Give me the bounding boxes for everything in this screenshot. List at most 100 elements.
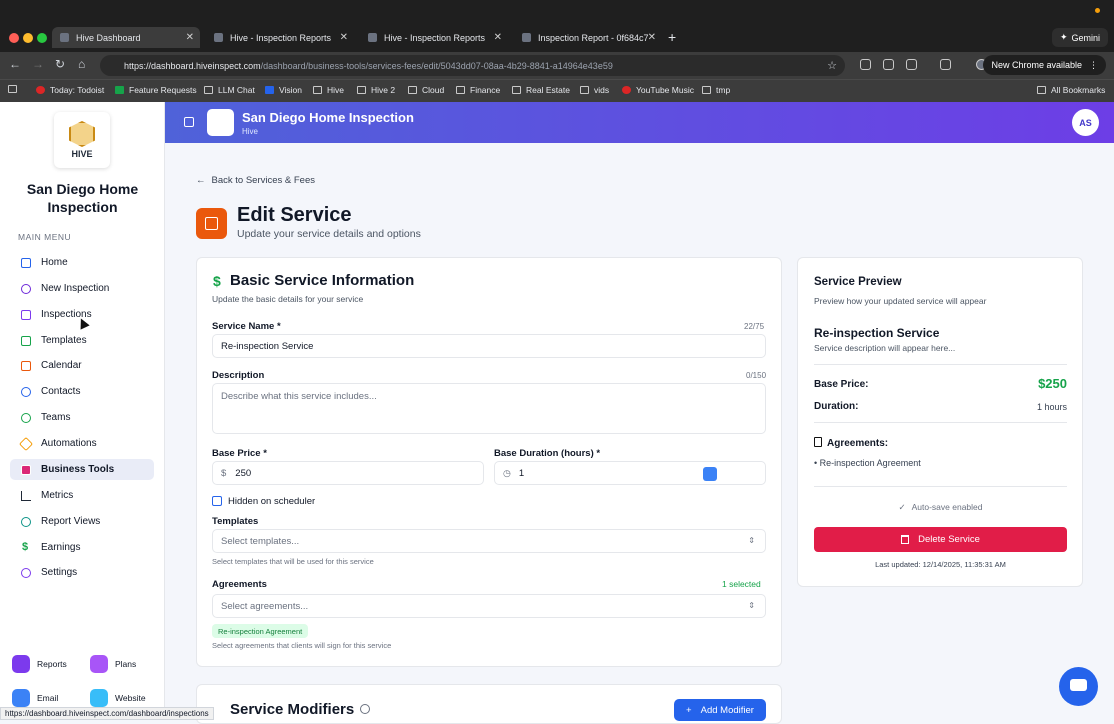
description-count: 0/150	[746, 371, 766, 380]
apps-grid-icon[interactable]	[8, 85, 22, 93]
sidebar-item-report-views[interactable]: Report Views	[10, 511, 154, 532]
delete-service-button[interactable]: Delete Service	[814, 527, 1067, 552]
bookmark-star-icon[interactable]: ☆	[827, 59, 837, 72]
sidebar-panel-icon[interactable]	[940, 59, 951, 70]
agreement-badge[interactable]: Re-inspection Agreement	[212, 624, 308, 638]
company-logo[interactable]: HIVE	[54, 112, 110, 168]
extension-mail-icon[interactable]	[883, 59, 894, 70]
update-chrome-button[interactable]: New Chrome available⋮	[983, 55, 1106, 75]
base-price-label: Base Price *	[212, 448, 267, 459]
browser-tab-0[interactable]: Hive Dashboard ✕	[52, 27, 200, 48]
address-bar[interactable]: https://dashboard.hiveinspect.com/dashbo…	[100, 55, 845, 76]
description-textarea[interactable]: Describe what this service includes...	[212, 383, 766, 434]
quick-link-reports[interactable]: Reports	[12, 655, 67, 673]
gemini-button[interactable]: ✦Gemini	[1052, 28, 1108, 47]
base-price-input[interactable]: $250	[212, 461, 484, 485]
last-updated: Last updated: 12/14/2025, 11:35:31 AM	[814, 560, 1067, 569]
bookmark-cloud[interactable]: Cloud	[408, 85, 444, 95]
browser-tab-1[interactable]: Hive - Inspection Reports✕	[206, 27, 354, 48]
add-modifier-button[interactable]: +Add Modifier	[674, 699, 766, 721]
header-subtitle: Hive	[242, 127, 258, 136]
maximize-window-button[interactable]	[37, 33, 47, 43]
all-bookmarks-label: All Bookmarks	[1051, 85, 1105, 95]
tab-close-icon[interactable]: ✕	[494, 32, 502, 43]
preview-description: Service description will appear here...	[814, 343, 955, 353]
gemini-label: Gemini	[1071, 33, 1100, 43]
sidebar-item-earnings[interactable]: $Earnings	[10, 537, 154, 558]
translate-icon[interactable]	[703, 467, 717, 481]
sidebar-item-label: Report Views	[41, 516, 100, 527]
sidebar-item-settings[interactable]: Settings	[10, 562, 154, 583]
home-icon	[21, 258, 31, 268]
back-arrow-icon[interactable]: ←	[9, 57, 21, 71]
extension-camera-icon[interactable]	[860, 59, 871, 70]
quick-link-website[interactable]: Website	[90, 689, 146, 707]
bookmark-real-estate[interactable]: Real Estate	[512, 85, 570, 95]
bookmark-todoist[interactable]: Today: Todoist	[36, 85, 104, 95]
plus-icon	[21, 284, 31, 294]
clipboard-icon	[21, 310, 31, 320]
tab-close-icon[interactable]: ✕	[648, 32, 656, 43]
reload-icon[interactable]: ↻	[55, 57, 65, 71]
sidebar-item-new-inspection[interactable]: New Inspection	[10, 278, 154, 299]
browser-tab-2[interactable]: Hive - Inspection Reports ✕	[360, 27, 508, 48]
close-window-button[interactable]	[9, 33, 19, 43]
sidebar-item-metrics[interactable]: Metrics	[10, 485, 154, 506]
service-name-input[interactable]: Re-inspection Service	[212, 334, 766, 358]
tab-close-icon[interactable]: ✕	[186, 32, 194, 43]
sidebar-item-calendar[interactable]: Calendar	[10, 355, 154, 376]
back-link[interactable]: ←Back to Services & Fees	[196, 175, 315, 186]
tab-title: Hive Dashboard	[76, 33, 141, 43]
base-duration-input[interactable]: ◷1	[494, 461, 766, 485]
sidebar-item-automations[interactable]: Automations	[10, 433, 154, 454]
bookmark-hive-2[interactable]: Hive 2	[357, 85, 395, 95]
templates-label: Templates	[212, 516, 258, 527]
bookmark-vision[interactable]: Vision	[265, 85, 302, 95]
bookmark-feature-requests[interactable]: Feature Requests	[115, 85, 197, 95]
tab-title: Hive - Inspection Reports	[384, 33, 485, 43]
sidebar-toggle-icon[interactable]	[184, 117, 194, 127]
new-tab-button[interactable]: +	[668, 29, 676, 45]
sidebar-item-teams[interactable]: Teams	[10, 407, 154, 428]
agreements-help: Select agreements that clients will sign…	[212, 641, 391, 650]
forward-arrow-icon[interactable]: →	[32, 57, 44, 71]
templates-select[interactable]: Select templates...⇕	[212, 529, 766, 553]
price-prefix: $	[221, 468, 226, 479]
agreements-select[interactable]: Select agreements...⇕	[212, 594, 766, 618]
preview-agreement-item: • Re-inspection Agreement	[814, 458, 921, 468]
extensions-puzzle-icon[interactable]	[906, 59, 917, 70]
all-bookmarks[interactable]: All Bookmarks	[1037, 85, 1105, 95]
bookmark-llm-chat[interactable]: LLM Chat	[204, 85, 255, 95]
minimize-window-button[interactable]	[23, 33, 33, 43]
bookmark-label: Feature Requests	[129, 85, 197, 95]
bookmark-hive[interactable]: Hive	[313, 85, 344, 95]
eye-icon	[21, 517, 31, 527]
bookmark-vids[interactable]: vids	[580, 85, 609, 95]
chevron-up-down-icon: ⇕	[748, 601, 755, 610]
preview-duration-label: Duration:	[814, 401, 858, 412]
quick-link-email[interactable]: Email	[12, 689, 58, 707]
kebab-menu-icon[interactable]: ⋮	[1089, 60, 1098, 71]
home-icon[interactable]: ⌂	[78, 57, 85, 71]
help-circle-icon[interactable]	[360, 704, 370, 714]
check-icon: ✓	[898, 502, 905, 512]
sidebar-item-home[interactable]: Home	[10, 252, 154, 273]
user-avatar[interactable]: AS	[1072, 109, 1099, 136]
briefcase-icon	[21, 465, 31, 475]
sidebar-item-business-tools[interactable]: Business Tools	[10, 459, 154, 480]
bookmark-finance[interactable]: Finance	[456, 85, 500, 95]
agreements-label: Agreements	[212, 579, 267, 590]
hive-logo-icon	[69, 121, 95, 147]
grid-icon	[8, 85, 17, 93]
hidden-checkbox[interactable]	[212, 496, 222, 506]
tab-close-icon[interactable]: ✕	[340, 32, 348, 43]
bookmark-label: Cloud	[422, 85, 444, 95]
quick-link-plans[interactable]: Plans	[90, 655, 136, 673]
browser-tab-3[interactable]: Inspection Report - 0f684c7✕	[514, 27, 662, 48]
sidebar-item-contacts[interactable]: Contacts	[10, 381, 154, 402]
chat-widget-button[interactable]	[1059, 667, 1098, 706]
sidebar-item-templates[interactable]: Templates	[10, 330, 154, 351]
bookmark-youtube-music[interactable]: YouTube Music	[622, 85, 694, 95]
bookmark-tmp[interactable]: tmp	[702, 85, 730, 95]
page-title: Edit Service	[237, 204, 352, 227]
